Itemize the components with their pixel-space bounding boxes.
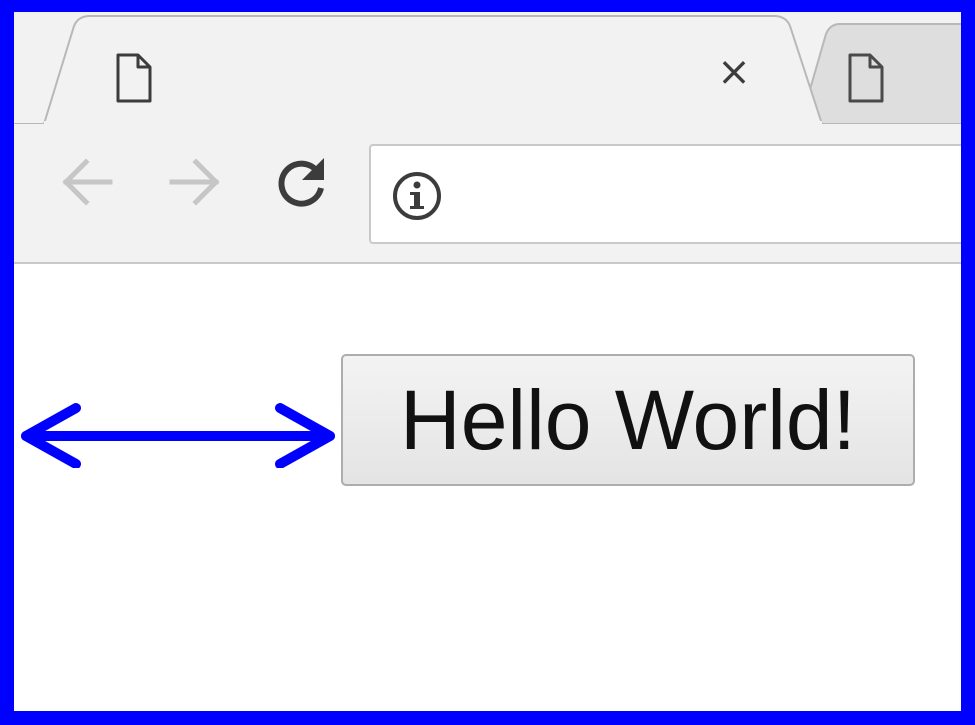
- tab-strip: ×: [14, 12, 961, 124]
- arrow-left-icon: [62, 158, 113, 206]
- hello-world-button[interactable]: Hello World!: [341, 354, 915, 486]
- forward-button[interactable]: [164, 152, 224, 212]
- browser-chrome: ×: [14, 12, 961, 264]
- address-input[interactable]: [461, 166, 961, 224]
- tab-shapes: [14, 15, 974, 124]
- close-tab-icon[interactable]: ×: [714, 42, 754, 102]
- reload-button[interactable]: [272, 152, 332, 212]
- double-headed-arrow: [21, 403, 335, 468]
- reload-icon: [278, 158, 324, 207]
- page-icon: [116, 53, 152, 103]
- page-icon: [848, 53, 884, 103]
- info-icon[interactable]: [391, 170, 443, 222]
- back-button[interactable]: [58, 152, 118, 212]
- annotation-frame: × Hello World!: [0, 0, 975, 725]
- page-content: Hello World!: [14, 264, 961, 711]
- omnibox[interactable]: [369, 144, 961, 244]
- toolbar: [14, 124, 961, 262]
- inactive-tab[interactable]: [798, 23, 974, 124]
- arrow-right-icon: [169, 158, 220, 206]
